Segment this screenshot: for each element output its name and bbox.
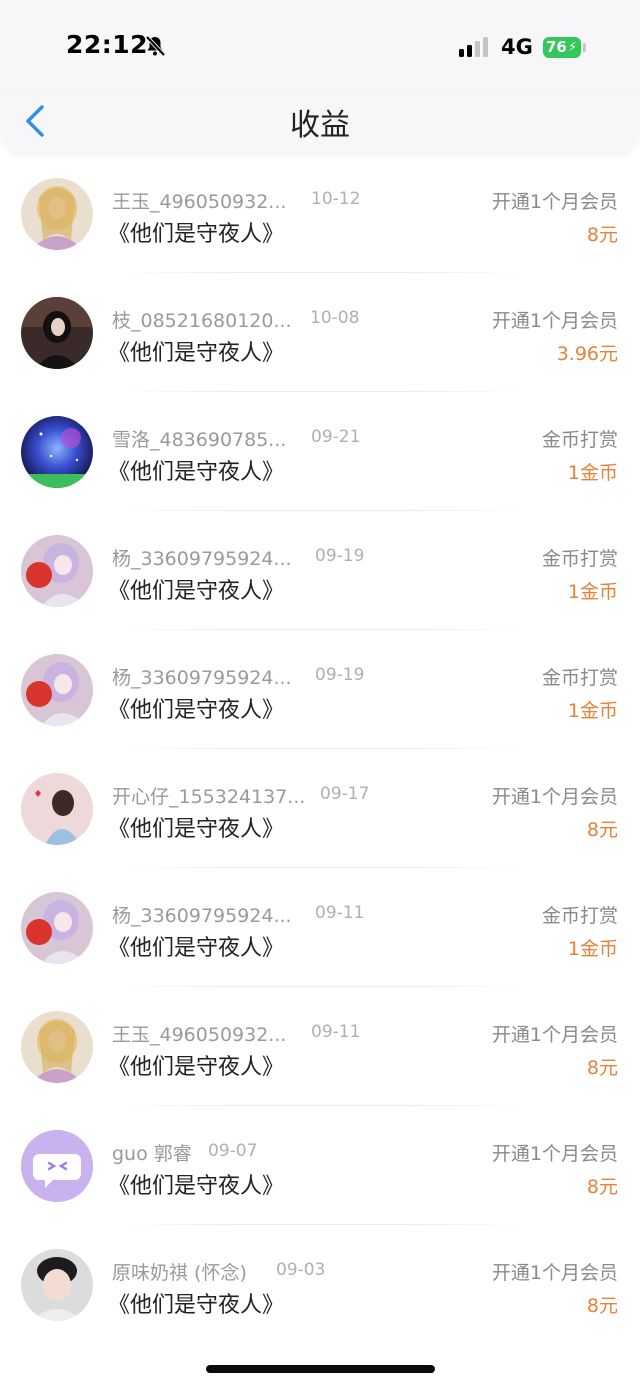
user-name: 杨_33609795924...: [112, 667, 292, 689]
book-title: 《他们是守夜人》: [108, 341, 285, 366]
list-item[interactable]: 王玉_496050932... 09-11 《他们是守夜人》 开通1个月会员 8…: [0, 987, 640, 1106]
income-type: 开通1个月会员: [491, 191, 618, 213]
avatar[interactable]: [21, 1130, 93, 1202]
list-item[interactable]: 开心仔_155324137... 09-17 《他们是守夜人》 开通1个月会员 …: [0, 749, 640, 868]
book-title: 《他们是守夜人》: [108, 460, 285, 485]
avatar[interactable]: [21, 892, 93, 964]
income-type: 金币打赏: [541, 667, 618, 689]
battery-level: 76: [546, 38, 567, 56]
avatar[interactable]: [21, 178, 93, 250]
income-type: 开通1个月会员: [491, 786, 618, 808]
income-amount: 1金币: [567, 581, 618, 603]
book-title: 《他们是守夜人》: [108, 1174, 285, 1199]
record-date: 09-19: [315, 665, 365, 685]
status-bar: 22:12 4G 76 ⚡: [0, 0, 640, 90]
list-item[interactable]: 王玉_496050932... 10-12 《他们是守夜人》 开通1个月会员 8…: [0, 154, 640, 273]
status-time: 22:12: [66, 30, 149, 59]
income-type: 金币打赏: [541, 548, 618, 570]
page-title: 收益: [290, 108, 350, 143]
signal-icon: [459, 37, 488, 57]
home-indicator[interactable]: [206, 1365, 435, 1373]
income-type: 开通1个月会员: [491, 1143, 618, 1165]
list-item[interactable]: 原味奶祺 (怀念) 09-03 《他们是守夜人》 开通1个月会员 8元: [0, 1225, 640, 1344]
record-date: 09-03: [276, 1260, 326, 1280]
user-name: 王玉_496050932...: [112, 191, 287, 213]
user-name: 原味奶祺 (怀念): [112, 1262, 247, 1284]
avatar[interactable]: [21, 1249, 93, 1321]
income-amount: 8元: [586, 224, 618, 246]
income-type: 开通1个月会员: [491, 1024, 618, 1046]
book-title: 《他们是守夜人》: [108, 698, 285, 723]
user-name: 雪洛_483690785...: [112, 429, 287, 451]
list-item[interactable]: guo 郭睿 09-07 《他们是守夜人》 开通1个月会员 8元: [0, 1106, 640, 1225]
record-date: 10-12: [311, 189, 361, 209]
record-date: 09-07: [208, 1141, 258, 1161]
income-amount: 1金币: [567, 462, 618, 484]
avatar[interactable]: [21, 535, 93, 607]
chat-bubble-icon: [21, 1130, 93, 1202]
income-type: 金币打赏: [541, 429, 618, 451]
avatar[interactable]: [21, 416, 93, 488]
avatar[interactable]: [21, 297, 93, 369]
user-name: 王玉_496050932...: [112, 1024, 287, 1046]
user-name: 杨_33609795924...: [112, 548, 292, 570]
record-date: 09-11: [315, 903, 365, 923]
book-title: 《他们是守夜人》: [108, 817, 285, 842]
user-name: 杨_33609795924...: [112, 905, 292, 927]
income-amount: 3.96元: [556, 343, 618, 365]
income-amount: 8元: [586, 1295, 618, 1317]
network-type: 4G: [501, 35, 533, 59]
record-date: 09-21: [311, 427, 361, 447]
income-type: 开通1个月会员: [491, 1262, 618, 1284]
income-amount: 8元: [586, 819, 618, 841]
nav-bar: 收益: [0, 90, 640, 154]
battery-tip: [583, 43, 586, 52]
book-title: 《他们是守夜人》: [108, 579, 285, 604]
charging-icon: ⚡: [568, 40, 578, 55]
income-type: 开通1个月会员: [491, 310, 618, 332]
avatar[interactable]: [21, 773, 93, 845]
book-title: 《他们是守夜人》: [108, 222, 285, 247]
avatar[interactable]: [21, 1011, 93, 1083]
income-amount: 1金币: [567, 700, 618, 722]
user-name: guo 郭睿: [112, 1143, 192, 1165]
list-item[interactable]: 杨_33609795924... 09-11 《他们是守夜人》 金币打赏 1金币: [0, 868, 640, 987]
list-item[interactable]: 杨_33609795924... 09-19 《他们是守夜人》 金币打赏 1金币: [0, 630, 640, 749]
avatar[interactable]: [21, 654, 93, 726]
income-type: 金币打赏: [541, 905, 618, 927]
list-item[interactable]: 杨_33609795924... 09-19 《他们是守夜人》 金币打赏 1金币: [0, 511, 640, 630]
book-title: 《他们是守夜人》: [108, 936, 285, 961]
bell-muted-icon: [145, 35, 166, 57]
user-name: 开心仔_155324137...: [112, 786, 306, 808]
book-title: 《他们是守夜人》: [108, 1293, 285, 1318]
book-title: 《他们是守夜人》: [108, 1055, 285, 1080]
income-amount: 8元: [586, 1176, 618, 1198]
record-date: 09-19: [315, 546, 365, 566]
income-amount: 1金币: [567, 938, 618, 960]
record-date: 09-11: [311, 1022, 361, 1042]
user-name: 枝_08521680120...: [112, 310, 292, 332]
record-date: 10-08: [310, 308, 360, 328]
list-item[interactable]: 枝_08521680120... 10-08 《他们是守夜人》 开通1个月会员 …: [0, 273, 640, 392]
income-amount: 8元: [586, 1057, 618, 1079]
list-item[interactable]: 雪洛_483690785... 09-21 《他们是守夜人》 金币打赏 1金币: [0, 392, 640, 511]
record-date: 09-17: [320, 784, 370, 804]
